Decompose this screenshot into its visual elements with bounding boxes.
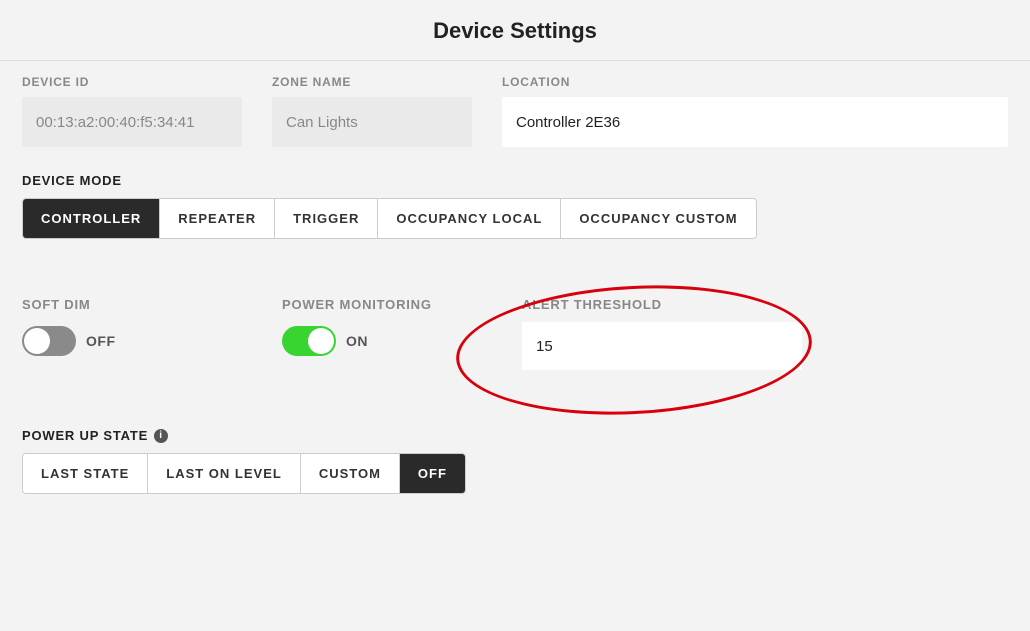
power-up-state-label: POWER UP STATE i [22,428,1008,443]
power-up-option-last-state[interactable]: LAST STATE [23,454,148,493]
device-mode-option-repeater[interactable]: REPEATER [160,199,275,238]
zone-name-label: ZONE NAME [272,75,472,89]
device-mode-label: DEVICE MODE [22,173,1008,188]
power-monitoring-state: ON [346,333,368,349]
alert-threshold-label: ALERT THRESHOLD [522,297,812,312]
page-title: Device Settings [0,18,1030,44]
power-up-option-custom[interactable]: CUSTOM [301,454,400,493]
soft-dim-label: SOFT DIM [22,297,282,312]
info-icon[interactable]: i [154,429,168,443]
zone-name-field: Can Lights [272,97,472,147]
device-mode-group: CONTROLLERREPEATERTRIGGEROCCUPANCY LOCAL… [22,198,757,239]
page-header: Device Settings [0,0,1030,61]
device-mode-option-trigger[interactable]: TRIGGER [275,199,378,238]
device-mode-option-controller[interactable]: CONTROLLER [23,199,160,238]
power-monitoring-toggle[interactable] [282,326,336,356]
power-monitoring-label: POWER MONITORING [282,297,522,312]
location-field[interactable]: Controller 2E36 [502,97,1008,147]
device-id-label: DEVICE ID [22,75,242,89]
power-up-state-group: LAST STATELAST ON LEVELCUSTOMOFF [22,453,466,494]
device-mode-option-occupancy-custom[interactable]: OCCUPANCY CUSTOM [561,199,755,238]
alert-threshold-field[interactable]: 15 [522,322,802,370]
soft-dim-toggle[interactable] [22,326,76,356]
device-mode-option-occupancy-local[interactable]: OCCUPANCY LOCAL [378,199,561,238]
device-id-field: 00:13:a2:00:40:f5:34:41 [22,97,242,147]
power-up-option-off[interactable]: OFF [400,454,465,493]
power-up-option-last-on-level[interactable]: LAST ON LEVEL [148,454,301,493]
location-label: LOCATION [502,75,1008,89]
soft-dim-state: OFF [86,333,116,349]
